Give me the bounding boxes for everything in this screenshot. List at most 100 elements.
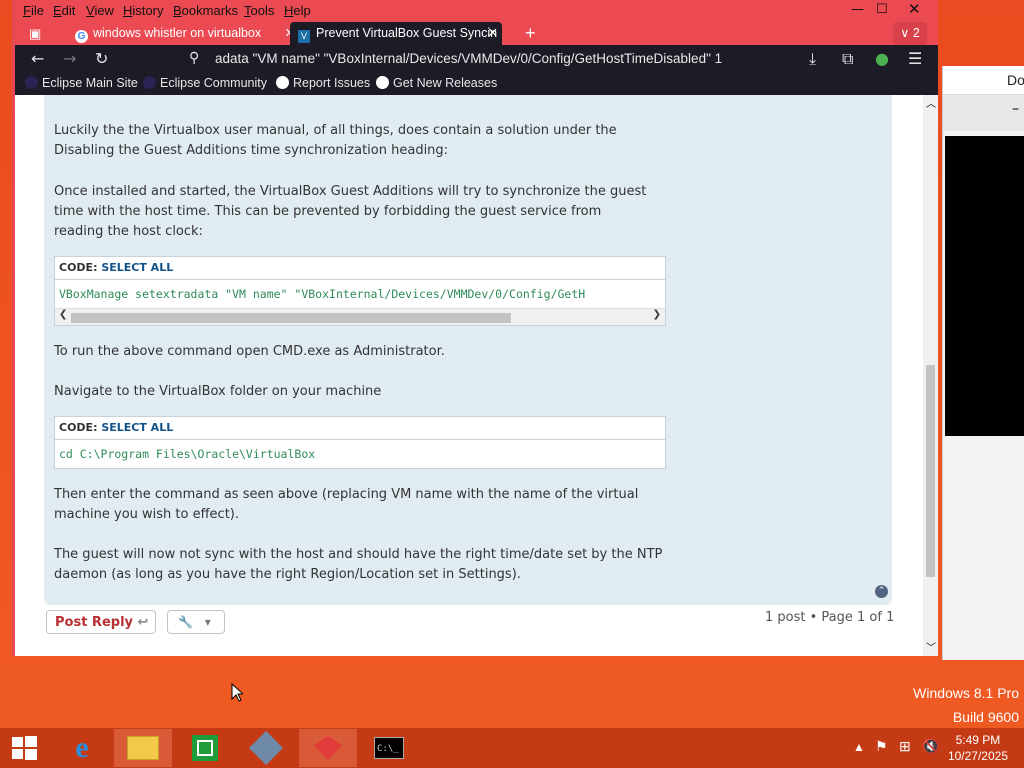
background-window-title: Do [943, 66, 1024, 95]
menu-bar: File Edit View History Bookmarks Tools H… [15, 0, 938, 21]
scrollbar-thumb[interactable] [71, 313, 511, 323]
internet-explorer-icon: e [75, 731, 89, 764]
code-line: cd C:\Program Files\Oracle\VirtualBox [59, 447, 316, 461]
code-header: CODE: SELECT ALL [55, 417, 665, 440]
post-paragraph: To run the above command open CMD.exe as… [54, 344, 445, 359]
browser-window: File Edit View History Bookmarks Tools H… [12, 0, 938, 656]
close-tab-icon[interactable]: ✕ [488, 22, 498, 45]
new-tab-icon[interactable]: + [525, 22, 536, 45]
bookmark-eclipse-community[interactable]: Eclipse Community [143, 76, 267, 90]
scroll-right-icon[interactable]: ❯ [653, 309, 661, 320]
browser-icon [314, 736, 342, 760]
tab-prevent-virtualbox[interactable]: V Prevent VirtualBox Guest Syncin ✕ [290, 22, 502, 45]
scroll-up-icon[interactable]: ︿ [926, 95, 936, 110]
tab-label: windows whistler on virtualbox [93, 26, 262, 40]
navigation-bar: ← → ↻ ⚲ adata "VM name" "VBoxInternal/De… [15, 45, 938, 73]
code-label: CODE: [59, 421, 98, 434]
flag-icon[interactable]: ⚑ [875, 738, 888, 755]
store-taskbar-button[interactable] [176, 729, 234, 767]
close-icon[interactable]: ✕ [908, 0, 921, 18]
post-reply-label: Post Reply [55, 615, 133, 630]
taskbar: e C:\_ ▲ ⚑ ⊞ 🔇 5:49 PM 10/27/2025 [0, 728, 1024, 768]
network-icon[interactable]: ⊞ [899, 738, 911, 755]
code-header: CODE: SELECT ALL [55, 257, 665, 280]
internet-explorer-taskbar-button[interactable]: e [53, 729, 111, 767]
virtualbox-taskbar-button[interactable] [237, 729, 295, 767]
back-icon[interactable]: ← [31, 49, 44, 68]
mouse-cursor-icon [231, 683, 243, 702]
file-explorer-taskbar-button[interactable] [114, 729, 172, 767]
bookmark-report-issues[interactable]: Report Issues [276, 76, 370, 90]
wrench-icon: 🔧 [178, 615, 193, 629]
menu-tools[interactable]: Tools [244, 3, 274, 18]
bookmark-get-new-releases[interactable]: Get New Releases [376, 76, 497, 90]
menu-history[interactable]: History [123, 3, 163, 18]
post-paragraph: Navigate to the VirtualBox folder on you… [54, 384, 382, 399]
vertical-scrollbar[interactable]: ︿ ﹀ [923, 95, 938, 656]
eclipse-icon [25, 76, 38, 89]
background-window[interactable]: Do – [942, 66, 1024, 660]
chevron-down-icon: ∨ [900, 26, 910, 40]
code-block: CODE: SELECT ALL VBoxManage setextradata… [54, 256, 666, 326]
tools-button[interactable]: 🔧 ▾ [167, 610, 225, 634]
minimize-icon[interactable]: — [851, 2, 864, 17]
download-icon[interactable]: ⤓ [809, 49, 816, 69]
minimize-icon[interactable]: – [1012, 101, 1019, 117]
horizontal-scrollbar[interactable]: ❮ ❯ [55, 308, 665, 325]
volume-muted-icon[interactable]: 🔇 [922, 738, 939, 755]
select-all-link[interactable]: SELECT ALL [101, 261, 173, 274]
post-paragraph: Once installed and started, the VirtualB… [54, 184, 647, 239]
bookmarks-bar: Eclipse Main Site Eclipse Community Repo… [15, 73, 938, 95]
code-block: CODE: SELECT ALL cd C:\Program Files\Ora… [54, 416, 666, 469]
virtualbox-favicon-icon: V [298, 30, 310, 43]
reload-icon[interactable]: ↻ [95, 49, 108, 68]
extensions-icon[interactable]: ⧉ [842, 49, 853, 69]
maximize-icon[interactable]: ☐ [876, 2, 888, 17]
select-all-link[interactable]: SELECT ALL [101, 421, 173, 434]
post-paragraph: Then enter the command as seen above (re… [54, 487, 639, 522]
scroll-left-icon[interactable]: ❮ [59, 309, 67, 320]
google-icon: G [75, 30, 88, 43]
menu-icon[interactable]: ☰ [908, 49, 922, 68]
command-prompt-taskbar-button[interactable]: C:\_ [360, 729, 418, 767]
os-edition-label: Windows 8.1 Pro [913, 685, 1019, 701]
tab-windows-whistler[interactable]: Gwindows whistler on virtualbox ✕ [71, 22, 295, 45]
menu-edit[interactable]: Edit [53, 3, 75, 18]
menu-file[interactable]: File [23, 3, 44, 18]
forward-icon[interactable]: → [63, 49, 76, 68]
clock-time: 5:49 PM [955, 733, 1001, 747]
scrollbar-thumb[interactable] [926, 365, 935, 577]
tab-list-button[interactable]: ∨ 2 [893, 22, 927, 45]
start-button[interactable] [0, 729, 48, 767]
post-paragraph: The guest will now not sync with the hos… [54, 547, 663, 582]
code-label: CODE: [59, 261, 98, 274]
bookmark-label: Report Issues [293, 76, 371, 90]
browser-taskbar-button[interactable] [299, 729, 357, 767]
clock-date: 10/27/2025 [947, 749, 1008, 763]
post-reply-button[interactable]: Post Reply ↩ [46, 610, 156, 634]
menu-help[interactable]: Help [284, 3, 311, 18]
profile-icon[interactable]: ● [875, 49, 889, 68]
pagination-info: 1 post • Page 1 of 1 [765, 610, 895, 625]
clock[interactable]: 5:49 PM 10/27/2025 [948, 732, 1008, 764]
store-icon [192, 735, 218, 761]
bookmark-label: Eclipse Main Site [42, 76, 138, 90]
menu-view[interactable]: View [86, 3, 114, 18]
tab-overview-icon[interactable]: ▣ [29, 22, 47, 45]
back-to-top-icon[interactable]: ⌃ [875, 585, 888, 598]
scroll-down-icon[interactable]: ﹀ [926, 639, 936, 654]
menu-bookmarks[interactable]: Bookmarks [173, 3, 238, 18]
show-hidden-icons-icon[interactable]: ▲ [853, 740, 865, 754]
search-icon: ⚲ [189, 50, 200, 66]
os-build-label: Build 9600 [952, 709, 1019, 725]
post-paragraph: Luckily the the Virtualbox user manual, … [54, 123, 617, 158]
forum-post: Luckily the the Virtualbox user manual, … [44, 95, 892, 605]
tab-count: 2 [912, 26, 920, 40]
command-prompt-icon: C:\_ [374, 737, 404, 759]
background-window-toolbar: – [943, 95, 1024, 131]
eclipse-icon [143, 76, 156, 89]
bookmark-eclipse-main-site[interactable]: Eclipse Main Site [25, 76, 138, 90]
tab-label: Prevent VirtualBox Guest Syncin [316, 26, 498, 40]
url-bar[interactable]: adata "VM name" "VBoxInternal/Devices/VM… [215, 47, 755, 71]
code-line: VBoxManage setextradata "VM name" "VBoxI… [59, 287, 586, 301]
